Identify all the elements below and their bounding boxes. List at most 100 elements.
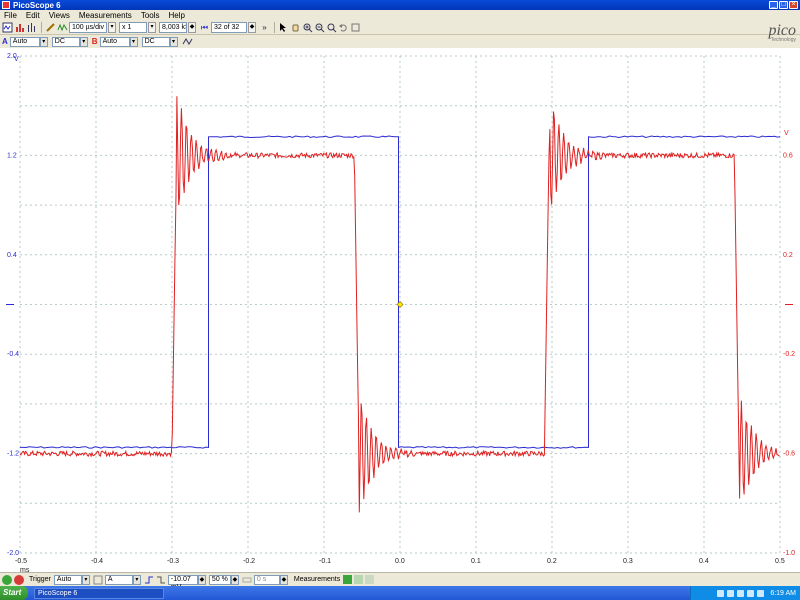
close-button[interactable]: × [789,1,798,9]
x-axis-tick-label: -0.2 [243,558,255,565]
buffer-spinner[interactable]: ◆ [248,22,256,33]
tray-update-icon[interactable] [747,589,755,597]
add-measurement-button[interactable] [343,575,353,584]
samples-spinner[interactable]: ◆ [188,22,196,33]
taskbar-item-picoscope[interactable]: PicoScope 6 [34,587,164,599]
x-axis-tick-label: 0.2 [547,558,557,565]
menu-edit[interactable]: Edit [26,11,40,20]
delay-icon[interactable] [242,575,252,585]
buffer-field[interactable]: 32 of 32 [211,22,247,33]
timebase-dropdown-arrow[interactable]: ▾ [108,22,116,33]
pretrigger-spinner[interactable]: ◆ [230,574,239,585]
channel-bar: A Auto ▾ DC ▾ B Auto ▾ DC ▾ [0,35,800,48]
x-axis-tick-label: 0.1 [471,558,481,565]
channel-a-coupling-arrow[interactable]: ▾ [79,36,88,47]
tray-volume-icon[interactable] [727,589,735,597]
signal-generator-icon[interactable] [57,22,68,33]
trigger-label: Trigger [29,576,51,583]
x-axis-tick-label: 0.5 [775,558,785,565]
menu-help[interactable]: Help [169,11,185,20]
channel-a-coupling[interactable]: DC [51,36,80,47]
undo-icon[interactable] [338,22,349,33]
run-button[interactable] [2,574,12,585]
oscilloscope-plot[interactable]: 2.01.20.4-0.4-1.2-2.0 0.60.2-0.2-0.6-1.0… [0,48,800,572]
samples-field[interactable]: 8,003 kS [159,22,187,33]
toolbar-separator [274,22,275,33]
channel-a-range-arrow[interactable]: ▾ [39,36,48,47]
clock: 6:19 AM [770,589,796,597]
app-icon [2,1,10,9]
trigger-threshold-field[interactable]: -10.07 mV [167,574,198,591]
main-toolbar: 100 µs/div ▾ x 1 ▾ 8,003 kS ◆ ⏮ 32 of 32… [0,21,800,35]
trigger-source-select[interactable]: A [104,574,133,585]
menu-bar: File Edit Views Measurements Tools Help [0,10,800,21]
logo-tagline: Technology [770,37,796,43]
start-button[interactable]: Start [0,586,28,600]
zoom-select[interactable]: x 1 [119,22,147,33]
zoom-fit-icon[interactable] [326,22,337,33]
scope-view[interactable]: 2.0 1.2 0.4 -0.4 -1.2 -2.0 0.6 0.2 -0.2 -0.6 -1.0… [0,48,800,572]
menu-tools[interactable]: Tools [141,11,160,20]
trigger-markers [6,301,793,308]
x-axis-tick-label: 0.0 [395,558,405,565]
channel-b-range-arrow[interactable]: ▾ [129,36,138,47]
x-axis-tick-label: -0.5 [15,558,27,565]
threshold-spinner[interactable]: ◆ [197,574,206,585]
trigger-source-arrow[interactable]: ▾ [132,574,141,585]
zoom-out-icon[interactable] [314,22,325,33]
tray-security-icon[interactable] [737,589,745,597]
trigger-config-icon[interactable] [93,575,103,585]
trigger-mode-select[interactable]: Auto [53,574,82,585]
right-axis-unit: V [784,130,789,137]
window-title: PicoScope 6 [13,0,61,10]
channel-a-range[interactable]: Auto [9,36,40,47]
menu-file[interactable]: File [4,11,17,20]
rising-edge-icon[interactable] [144,575,154,585]
zoom-in-icon[interactable] [302,22,313,33]
scope-mode-icon[interactable] [2,22,13,33]
trigger-delay-field[interactable]: 0 s [253,574,280,585]
pretrigger-field[interactable]: 50 % [208,574,231,585]
hand-tool-icon[interactable] [290,22,301,33]
menu-views[interactable]: Views [49,11,70,20]
spectrum-mode-icon[interactable] [14,22,25,33]
channel-b-coupling[interactable]: DC [141,36,170,47]
falling-edge-icon[interactable] [156,575,166,585]
edit-measurement-button[interactable] [354,575,364,584]
channel-b-range[interactable]: Auto [99,36,130,47]
x-axis-tick-label: -0.3 [167,558,179,565]
channel-options-icon[interactable] [182,36,193,47]
right-axis-ticks: 0.6 0.2 -0.2 -0.6 -1.0 [783,152,795,557]
persistence-mode-icon[interactable] [26,22,37,33]
right-axis-tick-label: -0.6 [783,451,795,458]
delete-measurement-button[interactable] [365,575,375,584]
tray-network-icon[interactable] [717,589,725,597]
x-axis-tick-label: 0.4 [699,558,709,565]
zoom-undo-icon[interactable] [350,22,361,33]
pointer-tool-icon[interactable] [278,22,289,33]
maximize-button[interactable]: □ [779,1,788,9]
channel-b-coupling-arrow[interactable]: ▾ [169,36,178,47]
right-axis-tick-label: 0.2 [783,252,793,259]
timebase-select[interactable]: 100 µs/div [69,22,107,33]
left-axis-tick-label: -0.4 [7,351,19,358]
x-axis-tick-label: -0.1 [319,558,331,565]
right-axis-tick-label: -0.2 [783,351,795,358]
channel-a-label: A [2,37,8,46]
zoom-dropdown-arrow[interactable]: ▾ [148,22,156,33]
trigger-mode-arrow[interactable]: ▾ [81,574,90,585]
tray-pico-icon[interactable] [757,589,765,597]
pico-logo: pico Technology [746,22,796,46]
system-tray: 6:19 AM [690,586,800,600]
stop-button[interactable] [14,574,24,585]
probe-icon[interactable] [45,22,56,33]
x-axis-ticks: -0.5 -0.4 -0.3 -0.2 -0.1 0.0 0.1 0.2 0.3 0.4 0.5 [15,558,785,565]
menu-measurements[interactable]: Measurements [79,11,132,20]
minimize-button[interactable]: _ [769,1,778,9]
x-axis-tick-label: -0.4 [91,558,103,565]
skip-buffer-icon[interactable]: » [259,22,270,33]
left-axis-tick-label: -2.0 [7,550,19,557]
left-axis-tick-label: 0.4 [7,252,17,259]
first-buffer-icon[interactable]: ⏮ [199,22,210,33]
delay-spinner[interactable]: ◆ [279,574,288,585]
